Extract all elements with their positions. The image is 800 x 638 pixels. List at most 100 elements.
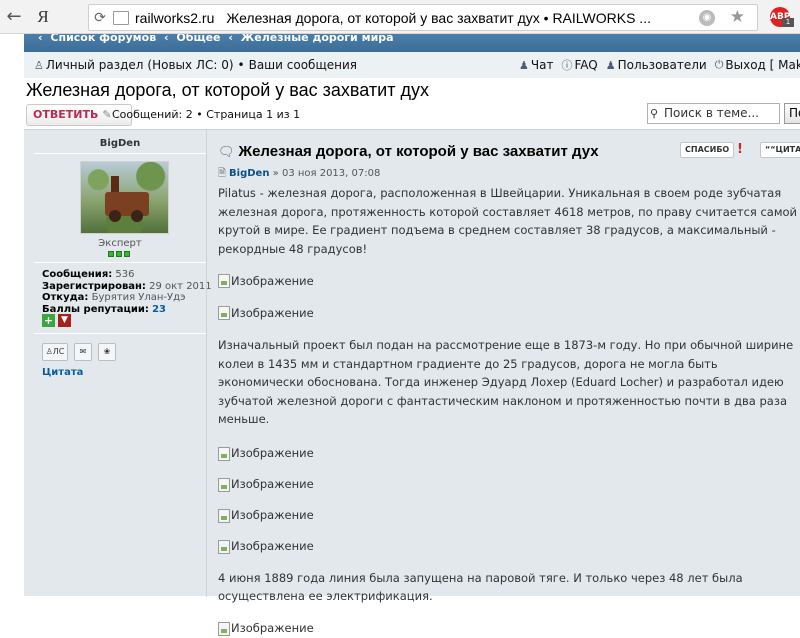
registered-value: 29 окт 2011	[149, 280, 212, 292]
breadcrumb-sep: ‹	[228, 34, 233, 44]
reply-button-label: ОТВЕТИТЬ	[33, 108, 99, 121]
page-icon	[113, 10, 129, 25]
logout-link[interactable]: Выход [ Maks_2	[725, 58, 800, 72]
email-icon[interactable]: ✉	[74, 343, 92, 361]
search-button[interactable]: По	[784, 103, 800, 124]
breadcrumb-item-general[interactable]: Общее	[176, 34, 220, 44]
user-navbar: ♙ Личный раздел (Новых ЛС: 0) • Ваши соо…	[24, 52, 800, 78]
user-icon: ♙	[34, 58, 44, 72]
new-pm-link[interactable]: (Новых ЛС: 0)	[147, 58, 233, 72]
contact-buttons: ♙ЛС ✉ ❀	[42, 343, 122, 361]
from-label: Откуда:	[42, 292, 89, 303]
rank-pip	[108, 251, 114, 257]
post-image-alt: Изображение	[231, 508, 314, 523]
browser-toolbar: ← Я ⟳ railworks2.ru Железная дорога, от …	[0, 0, 800, 34]
post-image[interactable]: Изображение	[218, 445, 800, 463]
post-profile: BigDen Эксперт Сообщения: 536 Зарегистри…	[34, 138, 212, 378]
reputation-minus-button[interactable]: ▼	[58, 314, 71, 327]
separator: •	[237, 58, 245, 72]
broken-image-icon	[218, 508, 230, 523]
post-image-alt: Изображение	[231, 621, 314, 636]
posts-value[interactable]: 536	[115, 269, 134, 280]
reputation-buttons: + ▼	[42, 314, 71, 327]
post-image[interactable]: Изображение	[218, 538, 800, 556]
my-posts-link[interactable]: Ваши сообщения	[249, 58, 357, 72]
page-title[interactable]: Железная дорога, от которой у вас захват…	[26, 80, 429, 101]
report-icon[interactable]: !	[732, 142, 748, 158]
registered-label: Зарегистрирован:	[42, 280, 146, 292]
post-image[interactable]: Изображение	[218, 272, 800, 290]
post-image-alt: Изображение	[231, 273, 314, 288]
pm-button[interactable]: ♙ЛС	[42, 343, 68, 361]
post-image-alt: Изображение	[231, 539, 314, 554]
post-body: Pilatus - железная дорога, расположенная…	[218, 184, 800, 638]
broken-image-icon	[218, 539, 230, 554]
posts-label: Сообщения:	[42, 269, 113, 280]
address-bar[interactable]: ⟳ railworks2.ru Железная дорога, от кото…	[88, 4, 758, 31]
faq-icon: ⓘ	[561, 59, 573, 72]
pm-button-label: ЛС	[52, 347, 65, 356]
breadcrumb-item-railways[interactable]: Железные дороги мира	[241, 34, 394, 44]
globe-icon[interactable]: ◉	[699, 10, 715, 26]
arrow-left-icon[interactable]: ←	[0, 3, 28, 31]
post-image[interactable]: Изображение	[218, 304, 800, 322]
post-image-alt: Изображение	[231, 305, 314, 320]
post-image[interactable]: Изображение	[218, 620, 800, 638]
profile-divider	[34, 262, 206, 263]
thanks-button[interactable]: СПАСИБО	[680, 142, 735, 158]
broken-image-icon	[218, 306, 230, 320]
broken-image-icon	[218, 621, 230, 636]
post-meta: 🗎 BigDen » 03 ноя 2013, 07:08	[218, 166, 380, 183]
reputation-value[interactable]: 23	[152, 304, 166, 315]
reload-icon[interactable]: ⟳	[89, 10, 111, 26]
post-meta-author[interactable]: BigDen	[229, 168, 269, 179]
post-image-alt: Изображение	[231, 446, 314, 461]
rank-pips	[108, 251, 132, 257]
author-quote-link[interactable]: Цитата	[42, 367, 83, 378]
from-value: Бурятия Улан-Удэ	[91, 292, 186, 303]
post-image[interactable]: Изображение	[218, 507, 800, 525]
yandex-logo[interactable]: Я	[28, 3, 58, 31]
div: Откуда: Бурятия Улан-Удэ	[42, 292, 212, 304]
user-navbar-right: ♟ Чат ⓘ FAQ ♟ Пользователи ⏻ Выход [ Mak…	[519, 52, 800, 78]
avatar[interactable]	[80, 161, 169, 234]
adblock-badge: 1	[782, 18, 794, 27]
profile-divider	[34, 153, 206, 154]
faq-link[interactable]: FAQ	[574, 58, 597, 72]
post-paragraph: Pilatus - железная дорога, расположенная…	[218, 186, 798, 256]
search-icon: ⚲	[650, 107, 659, 120]
topic-search-input[interactable]: ⚲ Поиск в теме...	[647, 103, 780, 124]
div: Зарегистрирован: 29 окт 2011	[42, 281, 212, 293]
users-link[interactable]: Пользователи	[618, 58, 707, 72]
pencil-icon: ✎	[102, 108, 112, 121]
breadcrumb: ‹ Список форумов ‹ Общее ‹ Железные доро…	[24, 34, 800, 52]
document-icon[interactable]: 🗎	[218, 168, 226, 179]
author-stats: Сообщения: 536 Зарегистрирован: 29 окт 2…	[42, 269, 212, 315]
address-page-title[interactable]: Железная дорога, от которой у вас захват…	[226, 10, 651, 26]
post-meta-date: » 03 ноя 2013, 07:08	[272, 168, 381, 179]
topic-actions: ОТВЕТИТЬ ✎ Сообщений: 2 • Страница 1 из 1…	[24, 103, 800, 127]
author-name[interactable]: BigDen	[34, 138, 206, 149]
post-paragraph: Изначальный проект был подан на рассмотр…	[218, 338, 794, 426]
users-icon: ♟	[605, 58, 616, 72]
breadcrumb-item-index[interactable]: Список форумов	[50, 34, 156, 44]
reputation-plus-button[interactable]: +	[42, 314, 55, 327]
post-title[interactable]: 🗨 Железная дорога, от которой у вас захва…	[218, 143, 599, 160]
personal-section-link[interactable]: Личный раздел	[46, 58, 144, 72]
icq-icon[interactable]: ❀	[98, 343, 116, 361]
address-host[interactable]: railworks2.ru	[135, 10, 214, 26]
chat-link[interactable]: Чат	[531, 58, 554, 72]
quote-button[interactable]: ““ЦИТАТА	[760, 142, 800, 158]
broken-image-icon	[218, 274, 230, 288]
speech-bubble-icon: 🗨	[218, 144, 235, 159]
div: Сообщения: 536	[42, 269, 212, 281]
broken-image-icon	[218, 477, 230, 492]
quote-marks-icon: ““	[765, 145, 776, 154]
star-icon[interactable]: ★	[730, 7, 745, 27]
author-rank: Эксперт	[98, 238, 142, 249]
post-image[interactable]: Изображение	[218, 476, 800, 494]
